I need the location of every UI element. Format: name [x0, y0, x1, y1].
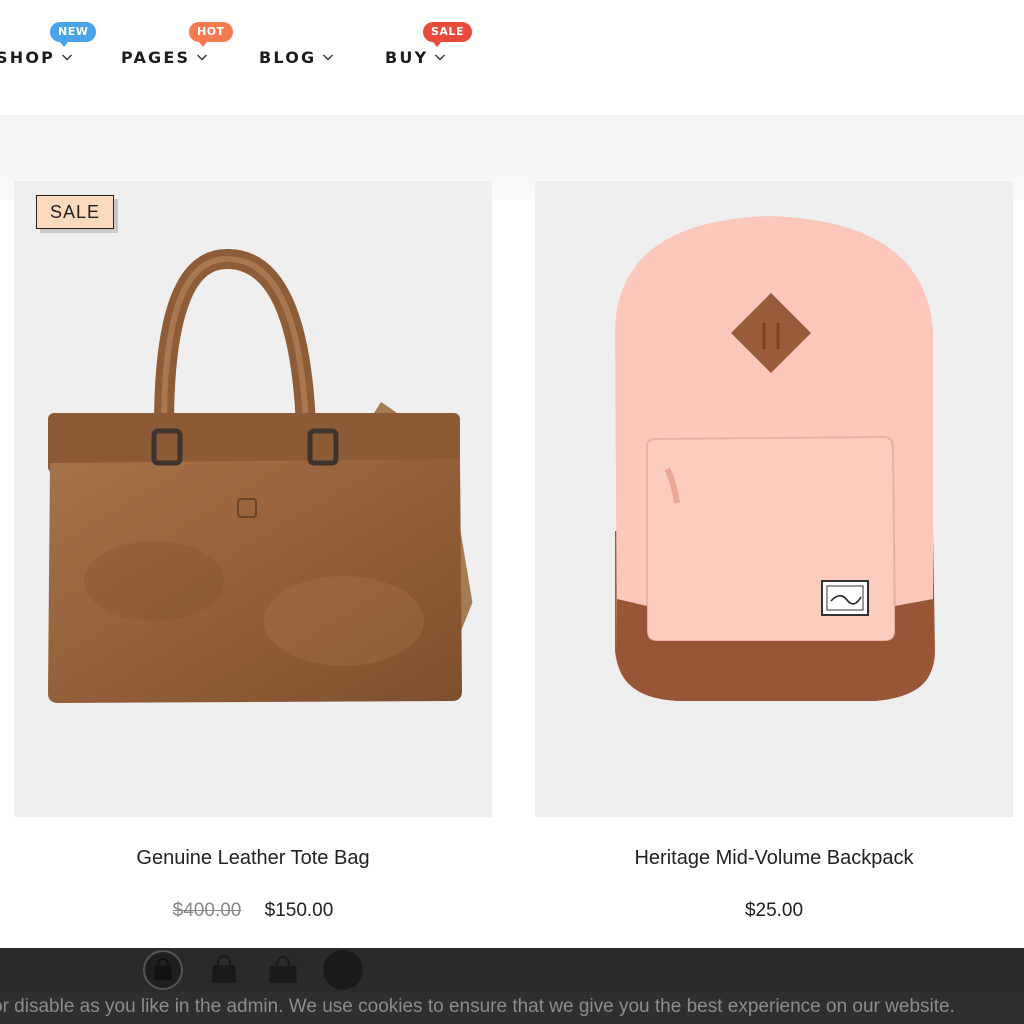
nav-badge-sale: SALE — [423, 22, 472, 47]
product-sale-price: $25.00 — [744, 900, 804, 921]
nav-item-label: SHOP — [0, 47, 56, 67]
main-navigation: SHOP NEW PAGES HOT BLOG BUY SALE — [0, 0, 1024, 115]
swatch-tote-black-alt[interactable] — [263, 950, 303, 990]
swatch-tote-black-round[interactable] — [143, 950, 183, 990]
sale-tag: SALE — [36, 195, 114, 229]
chevron-down-icon — [323, 54, 334, 61]
cookie-notice-text: or disable as you like in the admin. We … — [0, 996, 955, 1017]
product-card[interactable]: Heritage Mid-Volume Backpack $25.00 — [535, 181, 1013, 941]
nav-item-pages[interactable]: PAGES — [121, 46, 208, 68]
product-image-tote-bag[interactable]: SALE — [14, 181, 492, 817]
nav-badge-hot: HOT — [189, 22, 233, 47]
bag-thumbnail-icon — [269, 955, 297, 983]
product-title[interactable]: Heritage Mid-Volume Backpack — [535, 847, 1013, 870]
chevron-down-icon — [197, 54, 208, 61]
nav-item-blog[interactable]: BLOG — [259, 46, 334, 68]
nav-item-label: BLOG — [259, 47, 317, 67]
nav-item-buy[interactable]: BUY — [385, 46, 446, 68]
nav-item-label: PAGES — [121, 47, 191, 67]
tote-bag-illustration — [48, 249, 473, 703]
cookie-notice: or disable as you like in the admin. We … — [0, 992, 1024, 1024]
product-price: $25.00 — [535, 900, 1013, 922]
bag-thumbnail-icon — [154, 957, 172, 980]
chevron-down-icon — [435, 54, 446, 61]
nav-item-label: BUY — [385, 47, 429, 67]
nav-badge-new: NEW — [50, 22, 97, 47]
product-price: $400.00 $150.00 — [14, 900, 492, 922]
product-card[interactable]: SALE Genuine Leather Tote Bag $400.00 $1… — [14, 181, 492, 941]
chevron-down-icon — [62, 54, 73, 61]
nav-item-shop[interactable]: SHOP — [0, 46, 73, 68]
swatch-tote-black[interactable] — [205, 950, 245, 990]
bag-thumbnail-icon — [212, 954, 236, 983]
backpack-illustration — [615, 216, 935, 701]
product-image-backpack[interactable] — [535, 181, 1013, 817]
product-old-price: $400.00 — [172, 900, 242, 921]
swatch-black-circle[interactable] — [323, 950, 363, 990]
product-title[interactable]: Genuine Leather Tote Bag — [14, 847, 492, 870]
product-sale-price: $150.00 — [264, 900, 334, 921]
